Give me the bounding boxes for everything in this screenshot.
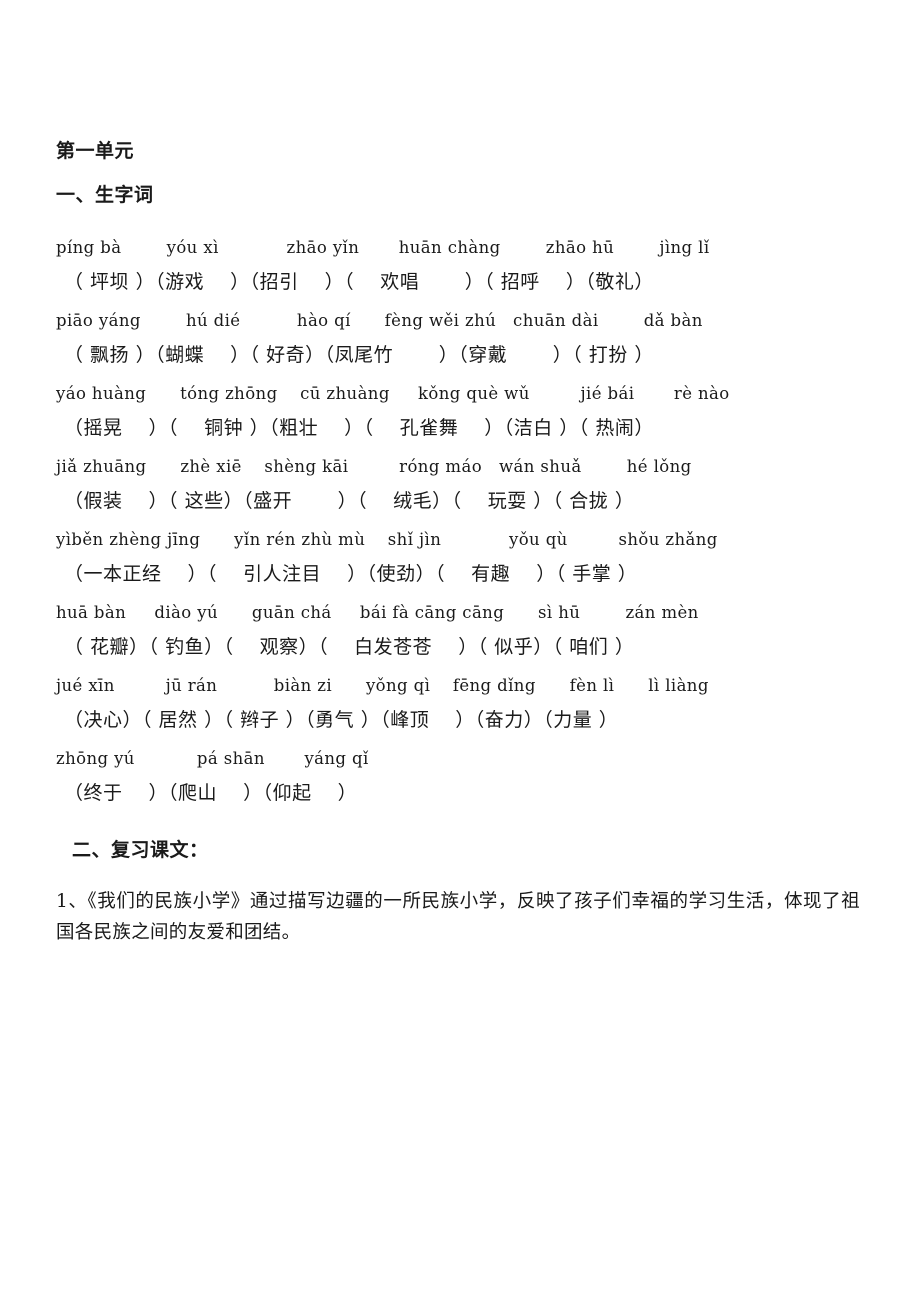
pinyin-line: jiǎ zhuāng zhè xiē shèng kāi róng máo wá…	[56, 457, 692, 476]
hanzi-answer-line: （ 花瓣）（ 钓鱼）（ 观察）（ 白发苍苍 ）（ 似乎）（ 咱们 ）	[64, 636, 635, 658]
vocabulary-group: yìběn zhèng jīng yǐn rén zhù mù shǐ jìn …	[56, 527, 880, 589]
hanzi-answer-line: （终于 ）（爬山 ）（仰起 ）	[64, 782, 358, 804]
section-heading-review: 二、复习课文：	[72, 839, 209, 861]
hanzi-answer-line: （一本正经 ）（ 引人注目 ）（使劲）（ 有趣 ）（ 手掌 ）	[64, 563, 638, 585]
document-page: 第一单元 一、生字词 píng bà yóu xì zhāo yǐn huān …	[0, 0, 920, 1302]
vocabulary-group: yáo huàng tóng zhōng cū zhuàng kǒng què …	[56, 381, 880, 443]
unit-title: 第一单元	[56, 140, 135, 162]
section-heading-vocabulary: 一、生字词	[56, 184, 154, 206]
pinyin-line: jué xīn jū rán biàn zi yǒng qì fēng dǐng…	[56, 676, 709, 695]
review-item: 1、《我们的民族小学》通过描写边疆的一所民族小学，反映了孩子们幸福的学习生活，体…	[56, 891, 860, 943]
vocabulary-group: huā bàn diào yú guān chá bái fà cāng cān…	[56, 600, 880, 662]
vocabulary-group: jué xīn jū rán biàn zi yǒng qì fēng dǐng…	[56, 673, 880, 735]
pinyin-line: zhōng yú pá shān yáng qǐ	[56, 749, 369, 768]
vocabulary-group: piāo yáng hú dié hào qí fèng wěi zhú chu…	[56, 308, 880, 370]
pinyin-line: yìběn zhèng jīng yǐn rén zhù mù shǐ jìn …	[56, 530, 718, 549]
hanzi-answer-line: （摇晃 ）（ 铜钟 ）（粗壮 ）（ 孔雀舞 ）（洁白 ）（ 热闹）	[64, 417, 654, 439]
vocabulary-group: píng bà yóu xì zhāo yǐn huān chàng zhāo …	[56, 235, 880, 297]
pinyin-line: huā bàn diào yú guān chá bái fà cāng cān…	[56, 603, 699, 622]
hanzi-answer-line: （决心）（ 居然 ）（ 辫子 ）（勇气 ）（峰顶 ）（奋力）（力量 ）	[64, 709, 619, 731]
pinyin-line: yáo huàng tóng zhōng cū zhuàng kǒng què …	[56, 384, 730, 403]
pinyin-line: píng bà yóu xì zhāo yǐn huān chàng zhāo …	[56, 238, 710, 257]
hanzi-answer-line: （ 飘扬 ）（蝴蝶 ）（ 好奇）（凤尾竹 ）（穿戴 ）（ 打扮 ）	[64, 344, 654, 366]
vocabulary-group: zhōng yú pá shān yáng qǐ （终于 ）（爬山 ）（仰起 ）	[56, 746, 880, 808]
vocabulary-group: jiǎ zhuāng zhè xiē shèng kāi róng máo wá…	[56, 454, 880, 516]
hanzi-answer-line: （ 坪坝 ）（游戏 ）（招引 ）（ 欢唱 ）（ 招呼 ）（敬礼）	[64, 271, 654, 293]
hanzi-answer-line: （假装 ）（ 这些）（盛开 ）（ 绒毛）（ 玩耍 ）（ 合拢 ）	[64, 490, 635, 512]
pinyin-line: piāo yáng hú dié hào qí fèng wěi zhú chu…	[56, 311, 703, 330]
